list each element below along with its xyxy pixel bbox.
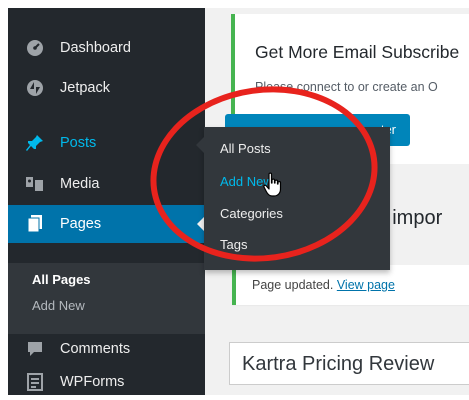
- updated-message: Page updated. View page: [252, 278, 395, 292]
- hand-cursor-icon: [263, 172, 282, 197]
- sidebar-item-pages[interactable]: Pages: [8, 205, 205, 243]
- sidebar-item-label: Comments: [60, 341, 131, 357]
- post-title-value: Kartra Pricing Review: [242, 353, 435, 375]
- posts-flyout-menu: All Posts Add New Categories Tags: [196, 127, 390, 270]
- view-page-link[interactable]: View page: [337, 278, 395, 292]
- updated-label: Page updated.: [252, 278, 334, 292]
- flyout-item-tags[interactable]: Tags: [220, 237, 247, 252]
- sidebar-item-label: Media: [60, 176, 100, 192]
- flyout-item-all-posts[interactable]: All Posts: [220, 141, 271, 156]
- admin-sidebar: Dashboard Jetpack Posts Media Pages All …: [8, 8, 205, 395]
- flyout-item-categories[interactable]: Categories: [220, 206, 283, 221]
- pages-icon: [25, 214, 45, 234]
- sidebar-item-label: Dashboard: [60, 40, 131, 56]
- submenu-item-all-pages[interactable]: All Pages: [32, 272, 91, 287]
- submenu-item-add-new[interactable]: Add New: [32, 298, 85, 313]
- sidebar-item-jetpack[interactable]: Jetpack: [8, 70, 205, 106]
- pages-submenu: All Pages Add New: [8, 263, 205, 334]
- post-title-input[interactable]: Kartra Pricing Review: [229, 342, 469, 385]
- sidebar-item-media[interactable]: Media: [8, 166, 205, 202]
- pin-icon: [25, 133, 45, 153]
- sidebar-item-label: WPForms: [60, 374, 125, 390]
- page-updated-notice: Page updated. View page: [232, 265, 469, 305]
- notice-title: Get More Email Subscribe: [255, 42, 460, 62]
- comment-icon: [25, 339, 45, 359]
- dashboard-icon: [25, 38, 45, 58]
- sidebar-item-label: Posts: [60, 135, 97, 151]
- sidebar-item-comments[interactable]: Comments: [8, 331, 205, 367]
- top-edge: [0, 0, 469, 8]
- notice-text: Please connect to or create an O: [255, 80, 438, 94]
- wpforms-icon: [25, 372, 45, 392]
- sidebar-item-dashboard[interactable]: Dashboard: [8, 30, 205, 66]
- jetpack-icon: [25, 78, 45, 98]
- flyout-arrow: [196, 137, 204, 153]
- sidebar-item-label: Pages: [60, 216, 102, 232]
- media-icon: [25, 174, 45, 194]
- sidebar-item-posts[interactable]: Posts: [8, 125, 205, 161]
- sidebar-item-label: Jetpack: [60, 80, 110, 96]
